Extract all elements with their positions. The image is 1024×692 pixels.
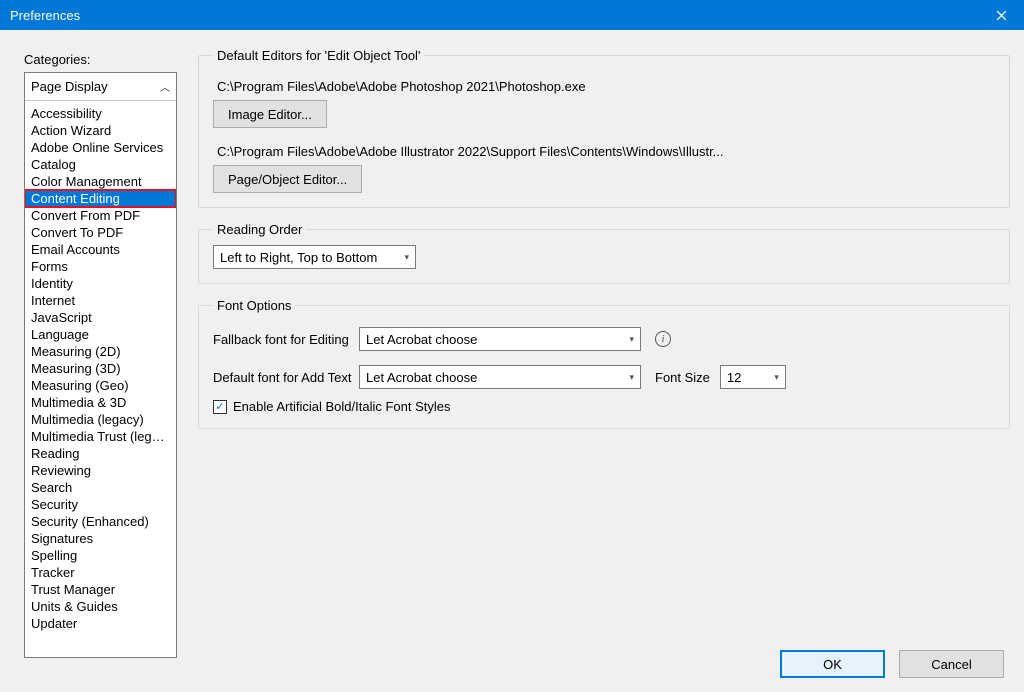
font-size-select[interactable]: 12 ▾ — [720, 365, 786, 389]
category-item[interactable]: Security (Enhanced) — [25, 513, 176, 530]
category-item[interactable]: Catalog — [25, 156, 176, 173]
category-item[interactable]: Action Wizard — [25, 122, 176, 139]
category-item[interactable]: Content Editing — [25, 190, 176, 207]
category-item[interactable]: Identity — [25, 275, 176, 292]
font-options-panel: Font Options Fallback font for Editing L… — [198, 298, 1010, 429]
categories-list[interactable]: AccessibilityAction WizardAdobe Online S… — [25, 101, 176, 657]
chevron-down-icon: ▾ — [404, 252, 409, 263]
image-editor-path: C:\Program Files\Adobe\Adobe Photoshop 2… — [217, 79, 995, 94]
category-item[interactable]: Multimedia & 3D — [25, 394, 176, 411]
fallback-font-label: Fallback font for Editing — [213, 332, 359, 347]
client-area: Categories: Page Display ︿ Accessibility… — [0, 30, 1024, 692]
categories-top-item[interactable]: Page Display ︿ — [25, 73, 176, 101]
category-item[interactable]: Measuring (3D) — [25, 360, 176, 377]
default-font-label: Default font for Add Text — [213, 370, 359, 385]
page-editor-path: C:\Program Files\Adobe\Adobe Illustrator… — [217, 144, 995, 159]
category-item[interactable]: Convert From PDF — [25, 207, 176, 224]
category-item[interactable]: Adobe Online Services — [25, 139, 176, 156]
category-item[interactable]: JavaScript — [25, 309, 176, 326]
category-item[interactable]: Accessibility — [25, 105, 176, 122]
dialog-footer: OK Cancel — [780, 650, 1004, 678]
categories-label: Categories: — [24, 52, 90, 67]
category-item[interactable]: Email Accounts — [25, 241, 176, 258]
category-item[interactable]: Reading — [25, 445, 176, 462]
image-editor-button[interactable]: Image Editor... — [213, 100, 327, 128]
category-item[interactable]: Convert To PDF — [25, 224, 176, 241]
category-item[interactable]: Language — [25, 326, 176, 343]
categories-box: Page Display ︿ AccessibilityAction Wizar… — [24, 72, 177, 658]
category-item[interactable]: Measuring (Geo) — [25, 377, 176, 394]
category-item[interactable]: Forms — [25, 258, 176, 275]
enable-artificial-label: Enable Artificial Bold/Italic Font Style… — [233, 399, 451, 414]
font-options-legend: Font Options — [213, 298, 295, 313]
ok-button[interactable]: OK — [780, 650, 885, 678]
default-font-select[interactable]: Let Acrobat choose ▾ — [359, 365, 641, 389]
reading-order-value: Left to Right, Top to Bottom — [220, 250, 377, 265]
category-item[interactable]: Signatures — [25, 530, 176, 547]
default-editors-legend: Default Editors for 'Edit Object Tool' — [213, 48, 424, 63]
font-size-label: Font Size — [655, 370, 710, 385]
categories-top-label: Page Display — [31, 79, 108, 94]
cancel-button[interactable]: Cancel — [899, 650, 1004, 678]
category-item[interactable]: Multimedia (legacy) — [25, 411, 176, 428]
info-icon[interactable]: i — [655, 331, 671, 347]
window-title: Preferences — [10, 8, 80, 23]
category-item[interactable]: Tracker — [25, 564, 176, 581]
category-item[interactable]: Updater — [25, 615, 176, 632]
category-item[interactable]: Reviewing — [25, 462, 176, 479]
reading-order-panel: Reading Order Left to Right, Top to Bott… — [198, 222, 1010, 284]
category-item[interactable]: Units & Guides — [25, 598, 176, 615]
category-item[interactable]: Color Management — [25, 173, 176, 190]
category-item[interactable]: Internet — [25, 292, 176, 309]
titlebar: Preferences — [0, 0, 1024, 30]
category-item[interactable]: Trust Manager — [25, 581, 176, 598]
fallback-font-value: Let Acrobat choose — [366, 332, 477, 347]
category-item[interactable]: Measuring (2D) — [25, 343, 176, 360]
chevron-up-icon: ︿ — [160, 79, 170, 94]
category-item[interactable]: Spelling — [25, 547, 176, 564]
close-button[interactable] — [979, 0, 1024, 30]
reading-order-select[interactable]: Left to Right, Top to Bottom ▾ — [213, 245, 416, 269]
category-item[interactable]: Security — [25, 496, 176, 513]
main-content: Default Editors for 'Edit Object Tool' C… — [198, 48, 1010, 443]
default-editors-panel: Default Editors for 'Edit Object Tool' C… — [198, 48, 1010, 208]
chevron-down-icon: ▾ — [629, 334, 634, 345]
category-item[interactable]: Search — [25, 479, 176, 496]
category-item[interactable]: Multimedia Trust (legacy) — [25, 428, 176, 445]
page-editor-button[interactable]: Page/Object Editor... — [213, 165, 362, 193]
close-icon — [996, 10, 1007, 21]
chevron-down-icon: ▾ — [629, 372, 634, 383]
default-font-value: Let Acrobat choose — [366, 370, 477, 385]
enable-artificial-checkbox[interactable]: ✓ — [213, 400, 227, 414]
chevron-down-icon: ▾ — [774, 372, 779, 383]
reading-order-legend: Reading Order — [213, 222, 306, 237]
font-size-value: 12 — [727, 370, 741, 385]
fallback-font-select[interactable]: Let Acrobat choose ▾ — [359, 327, 641, 351]
